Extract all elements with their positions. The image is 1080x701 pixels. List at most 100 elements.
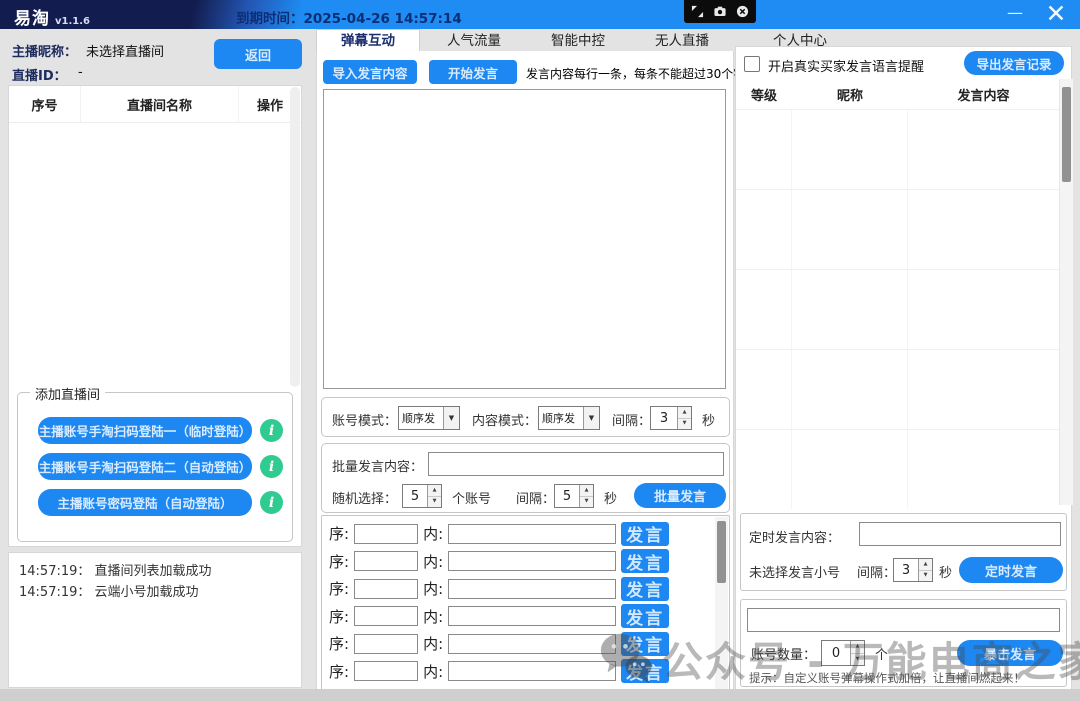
spinner-down-icon[interactable]: ▼	[580, 497, 593, 508]
spinner-down-icon[interactable]: ▼	[678, 419, 691, 430]
send-speak-button[interactable]: 发言	[621, 659, 669, 683]
camera-icon[interactable]	[713, 5, 727, 18]
seq-label: 序:	[329, 551, 349, 572]
info-icon[interactable]: i	[260, 419, 283, 442]
spinner-up-icon[interactable]: ▲	[580, 485, 593, 497]
account-mode-value: 顺序发	[399, 410, 443, 426]
seq-input[interactable]	[354, 661, 418, 681]
tab-unmanned-live[interactable]: 无人直播	[630, 31, 734, 52]
room-list-scrollbar[interactable]	[290, 87, 300, 387]
timed-interval-value: 3	[894, 559, 918, 581]
burst-content-input[interactable]	[747, 608, 1060, 632]
seq-label: 序:	[329, 661, 349, 682]
seq-label: 序:	[329, 578, 349, 599]
import-content-button[interactable]: 导入发言内容	[323, 60, 417, 84]
minimize-button[interactable]: —	[998, 3, 1032, 22]
info-icon[interactable]: i	[260, 455, 283, 478]
speak-list-scrollbar[interactable]	[715, 517, 728, 689]
spinner-down-icon[interactable]: ▼	[919, 571, 932, 582]
room-table-header-seq: 序号	[9, 86, 81, 122]
spinner-up-icon[interactable]: ▲	[678, 407, 691, 419]
timed-content-input[interactable]	[859, 522, 1061, 546]
tab-popularity-flow[interactable]: 人气流量	[422, 31, 526, 52]
seq-input[interactable]	[354, 579, 418, 599]
batch-interval-spinner[interactable]: 5 ▲▼	[554, 484, 594, 508]
records-scrollbar[interactable]	[1059, 79, 1073, 505]
app-window: 易淘v1.1.6 到期时间：2025-04-26 14:57:14 — ✕ 弹幕…	[0, 0, 1080, 701]
content-input[interactable]	[448, 634, 616, 654]
speak-list-scroll-thumb[interactable]	[717, 521, 726, 583]
login-scan-temp-button[interactable]: 主播账号手淘扫码登陆一（临时登陆）	[38, 417, 252, 444]
spinner-down-icon[interactable]: ▼	[851, 654, 864, 666]
account-mode-select[interactable]: 顺序发▼	[398, 406, 460, 430]
timed-interval-spinner[interactable]: 3 ▲▼	[893, 558, 933, 582]
tab-smart-control[interactable]: 智能中控	[526, 31, 630, 52]
content-input[interactable]	[448, 606, 616, 626]
records-table-row	[736, 269, 1059, 349]
resize-icon[interactable]	[691, 5, 704, 18]
seq-label: 序:	[329, 606, 349, 627]
records-scroll-thumb[interactable]	[1062, 87, 1071, 182]
seq-input[interactable]	[354, 524, 418, 544]
batch-content-input[interactable]	[428, 452, 724, 476]
content-label: 内:	[423, 606, 443, 627]
timed-interval-label: 间隔：	[857, 562, 896, 581]
start-speak-button[interactable]: 开始发言	[429, 60, 517, 84]
add-room-groupbox: 添加直播间 主播账号手淘扫码登陆一（临时登陆） i 主播账号手淘扫码登陆二（自动…	[17, 392, 293, 542]
seq-input[interactable]	[354, 606, 418, 626]
speak-list-box: 序: 内: 发言 序: 内: 发言 序: 内: 发言	[321, 515, 730, 691]
spinner-up-icon[interactable]: ▲	[919, 559, 932, 571]
content-input[interactable]	[448, 524, 616, 544]
room-id-value: -	[78, 65, 83, 80]
chevron-down-icon[interactable]: ▼	[443, 407, 459, 429]
content-label: 内:	[423, 523, 443, 544]
burst-unit-label: 个	[875, 644, 888, 663]
send-speak-button[interactable]: 发言	[621, 577, 669, 601]
login-scan-auto-button[interactable]: 主播账号手淘扫码登陆二（自动登陆）	[38, 453, 252, 480]
export-records-button[interactable]: 导出发言记录	[964, 51, 1064, 75]
seq-label: 序:	[329, 523, 349, 544]
speak-content-textarea[interactable]	[323, 89, 726, 389]
timed-seconds-label: 秒	[939, 562, 952, 581]
spinner-down-icon[interactable]: ▼	[428, 497, 441, 508]
send-speak-button[interactable]: 发言	[621, 604, 669, 628]
info-icon[interactable]: i	[260, 491, 283, 514]
timed-speak-groupbox: 定时发言内容： 未选择发言小号 间隔： 3 ▲▼ 秒 定时发言	[740, 513, 1067, 591]
send-speak-button[interactable]: 发言	[621, 632, 669, 656]
random-count-spinner[interactable]: 5 ▲▼	[402, 484, 442, 508]
send-speak-button[interactable]: 发言	[621, 549, 669, 573]
content-input[interactable]	[448, 661, 616, 681]
close-button[interactable]: ✕	[1034, 0, 1078, 28]
chevron-down-icon[interactable]: ▼	[583, 407, 599, 429]
send-speak-button[interactable]: 发言	[621, 522, 669, 546]
room-id-label: 直播ID：	[12, 65, 67, 84]
close-circle-icon[interactable]	[736, 5, 749, 18]
add-room-legend: 添加直播间	[30, 384, 105, 403]
seq-input[interactable]	[354, 551, 418, 571]
interval-spinner[interactable]: 3 ▲▼	[650, 406, 692, 430]
batch-speak-button[interactable]: 批量发言	[634, 483, 726, 508]
content-mode-select[interactable]: 顺序发▼	[538, 406, 600, 430]
content-input[interactable]	[448, 551, 616, 571]
timed-status-text: 未选择发言小号	[749, 562, 840, 581]
account-mode-label: 账号模式：	[332, 410, 397, 429]
spinner-up-icon[interactable]: ▲	[428, 485, 441, 497]
burst-speak-button[interactable]: 暴击发言	[957, 640, 1063, 666]
accounts-unit-label: 个账号	[452, 488, 491, 507]
expiry-time-label: 到期时间：2025-04-26 14:57:14	[236, 7, 462, 27]
content-input[interactable]	[448, 579, 616, 599]
burst-count-spinner[interactable]: 0 ▲▼	[821, 640, 865, 666]
app-name: 易淘	[14, 9, 50, 29]
spinner-up-icon[interactable]: ▲	[851, 641, 864, 654]
anchor-nickname-label: 主播昵称：	[12, 41, 77, 60]
records-header-level: 等级	[736, 79, 792, 109]
batch-interval-label: 间隔：	[516, 488, 555, 507]
login-password-button[interactable]: 主播账号密码登陆（自动登陆）	[38, 489, 252, 516]
anchor-nickname-value: 未选择直播间	[86, 41, 164, 60]
voice-alert-checkbox[interactable]	[744, 56, 760, 72]
timed-speak-button[interactable]: 定时发言	[959, 557, 1063, 583]
back-button[interactable]: 返回	[214, 39, 302, 69]
tab-danmu-interact[interactable]: 弹幕互动	[316, 29, 420, 52]
seq-input[interactable]	[354, 634, 418, 654]
timed-content-label: 定时发言内容：	[749, 527, 840, 546]
